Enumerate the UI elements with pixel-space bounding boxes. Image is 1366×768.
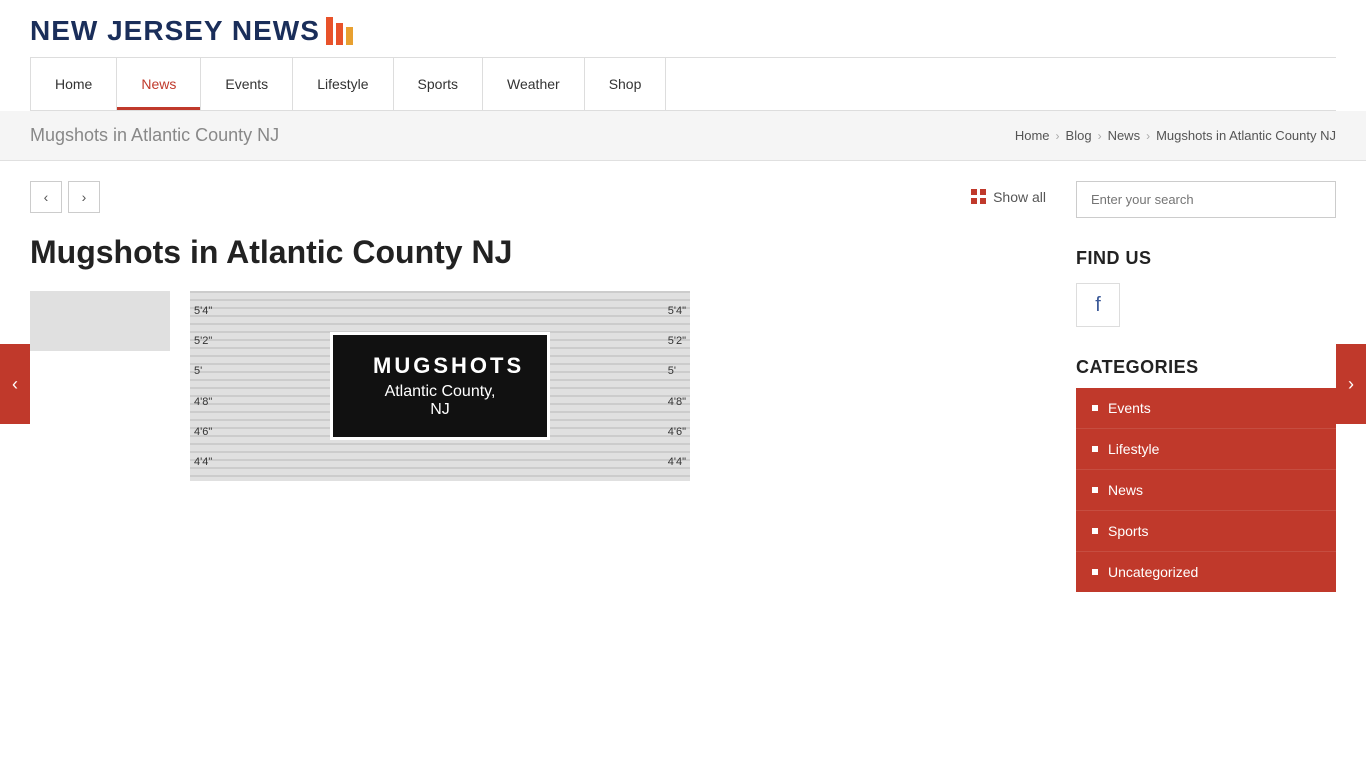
nav-events[interactable]: Events [201, 58, 293, 110]
category-label: Events [1108, 400, 1151, 416]
category-lifestyle[interactable]: Lifestyle [1076, 429, 1336, 470]
categories-title: CATEGORIES [1076, 357, 1336, 378]
bullet-icon [1092, 446, 1098, 452]
mugshot-image: 5'4" 5'2" 5' 4'8" 4'6" 4'4" 5'4" 5'2" 5'… [190, 291, 690, 481]
content-controls: ‹ › Show all [30, 181, 1046, 213]
main-nav: Home News Events Lifestyle Sports Weathe… [30, 57, 1336, 111]
site-logo[interactable]: NEW JERSEY NEWS [30, 15, 1336, 57]
facebook-icon: f [1095, 294, 1101, 317]
prev-button[interactable]: ‹ [30, 181, 62, 213]
mugshot-title: MUGSHOTS [373, 353, 507, 379]
pagination-arrows: ‹ › [30, 181, 100, 213]
breadcrumb: Home › Blog › News › Mugshots in Atlanti… [1015, 128, 1336, 143]
find-us-title: FIND US [1076, 248, 1336, 269]
bullet-icon [1092, 528, 1098, 534]
category-news[interactable]: News [1076, 470, 1336, 511]
page-title: Mugshots in Atlantic County NJ [30, 125, 279, 146]
category-uncategorized[interactable]: Uncategorized [1076, 552, 1336, 592]
mugshot-subtitle: Atlantic County, NJ [373, 383, 507, 419]
category-sports[interactable]: Sports [1076, 511, 1336, 552]
next-article-button[interactable]: › [1336, 344, 1366, 424]
right-arrow-icon: › [1348, 374, 1354, 395]
show-all-label: Show all [993, 189, 1046, 205]
mugshot-background: 5'4" 5'2" 5' 4'8" 4'6" 4'4" 5'4" 5'2" 5'… [190, 291, 690, 481]
category-events[interactable]: Events [1076, 388, 1336, 429]
category-label: Sports [1108, 523, 1148, 539]
breadcrumb-blog[interactable]: Blog [1066, 128, 1092, 143]
categories-list: Events Lifestyle News Sports Uncategoriz… [1076, 388, 1336, 592]
logo-bar-2 [336, 23, 343, 45]
site-header: NEW JERSEY NEWS Home News Events Lifesty… [0, 0, 1366, 111]
article-content: ‹ › Show all Mugshots in Atlantic County… [30, 181, 1046, 592]
breadcrumb-sep-1: › [1056, 129, 1060, 143]
category-label: Lifestyle [1108, 441, 1159, 457]
next-button[interactable]: › [68, 181, 100, 213]
logo-bar-1 [326, 17, 333, 45]
breadcrumb-news[interactable]: News [1108, 128, 1141, 143]
bullet-icon [1092, 405, 1098, 411]
category-label: News [1108, 482, 1143, 498]
nav-sports[interactable]: Sports [394, 58, 483, 110]
bullet-icon [1092, 487, 1098, 493]
sidebar: FIND US f CATEGORIES Events Lifestyle Ne… [1076, 181, 1336, 592]
breadcrumb-bar: Mugshots in Atlantic County NJ Home › Bl… [0, 111, 1366, 161]
nav-home[interactable]: Home [30, 58, 117, 110]
bullet-icon [1092, 569, 1098, 575]
main-container: ‹ › Show all Mugshots in Atlantic County… [0, 161, 1366, 612]
prev-article-button[interactable]: ‹ [0, 344, 30, 424]
breadcrumb-home[interactable]: Home [1015, 128, 1050, 143]
height-labels-left: 5'4" 5'2" 5' 4'8" 4'6" 4'4" [194, 291, 212, 481]
grid-icon [971, 189, 987, 205]
thumbnail-placeholder [30, 291, 170, 351]
nav-shop[interactable]: Shop [585, 58, 667, 110]
breadcrumb-sep-3: › [1146, 129, 1150, 143]
nav-lifestyle[interactable]: Lifestyle [293, 58, 393, 110]
mugshot-text-overlay: MUGSHOTS Atlantic County, NJ [330, 332, 550, 440]
category-label: Uncategorized [1108, 564, 1198, 580]
facebook-button[interactable]: f [1076, 283, 1120, 327]
left-arrow-icon: ‹ [12, 374, 18, 395]
search-input[interactable] [1076, 181, 1336, 218]
height-labels-right: 5'4" 5'2" 5' 4'8" 4'6" 4'4" [668, 291, 686, 481]
logo-bar-3 [346, 27, 353, 45]
nav-weather[interactable]: Weather [483, 58, 585, 110]
article-title: Mugshots in Atlantic County NJ [30, 233, 1046, 271]
article-images: 5'4" 5'2" 5' 4'8" 4'6" 4'4" 5'4" 5'2" 5'… [30, 291, 1046, 481]
breadcrumb-sep-2: › [1098, 129, 1102, 143]
breadcrumb-current: Mugshots in Atlantic County NJ [1156, 128, 1336, 143]
show-all-button[interactable]: Show all [971, 189, 1046, 205]
nav-news[interactable]: News [117, 58, 201, 110]
logo-text: NEW JERSEY NEWS [30, 15, 320, 47]
logo-decoration [326, 17, 353, 45]
